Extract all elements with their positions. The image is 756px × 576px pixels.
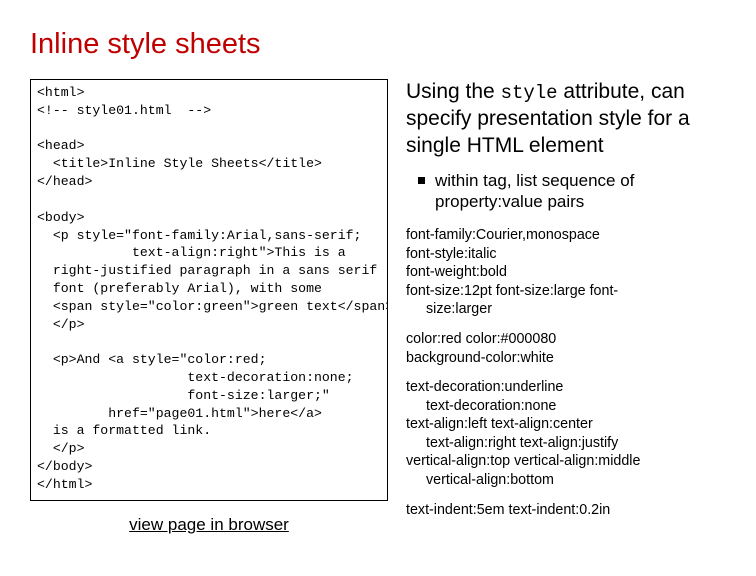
prop-line: text-align:right text-align:justify (406, 434, 736, 453)
prop-line: vertical-align:bottom (406, 471, 736, 490)
text-group: text-decoration:underline text-decoratio… (406, 378, 736, 489)
right-column: Using the style attribute, can specify p… (406, 79, 736, 535)
property-examples: font-family:Courier,monospace font-style… (406, 226, 736, 519)
bullet-text: within tag, list sequence of property:va… (435, 170, 736, 213)
prop-line: text-decoration:underline (406, 378, 736, 397)
slide-title: Inline style sheets (30, 28, 736, 61)
prop-line: text-indent:5em text-indent:0.2in (406, 501, 736, 520)
color-group: color:red color:#000080 background-color… (406, 330, 736, 367)
bullet-square-icon (418, 177, 425, 184)
indent-group: text-indent:5em text-indent:0.2in (406, 501, 736, 520)
prop-line: font-size:12pt font-size:large font- (406, 282, 736, 301)
font-group: font-family:Courier,monospace font-style… (406, 226, 736, 319)
prop-line: font-style:italic (406, 245, 736, 264)
prop-line: color:red color:#000080 (406, 330, 736, 349)
prop-line: text-align:left text-align:center (406, 415, 736, 434)
prop-line: size:larger (406, 300, 736, 319)
main-paragraph: Using the style attribute, can specify p… (406, 79, 736, 160)
prop-line: vertical-align:top vertical-align:middle (406, 452, 736, 471)
view-page-link[interactable]: view page in browser (30, 515, 388, 535)
prop-line: font-weight:bold (406, 263, 736, 282)
prop-line: font-family:Courier,monospace (406, 226, 736, 245)
bullet-item: within tag, list sequence of property:va… (418, 170, 736, 213)
code-example-box: <html> <!-- style01.html --> <head> <tit… (30, 79, 388, 501)
content-columns: <html> <!-- style01.html --> <head> <tit… (30, 79, 736, 535)
style-code-word: style (501, 82, 558, 104)
prop-line: background-color:white (406, 349, 736, 368)
prop-line: text-decoration:none (406, 397, 736, 416)
para-text-1: Using the (406, 80, 501, 103)
left-column: <html> <!-- style01.html --> <head> <tit… (30, 79, 388, 535)
